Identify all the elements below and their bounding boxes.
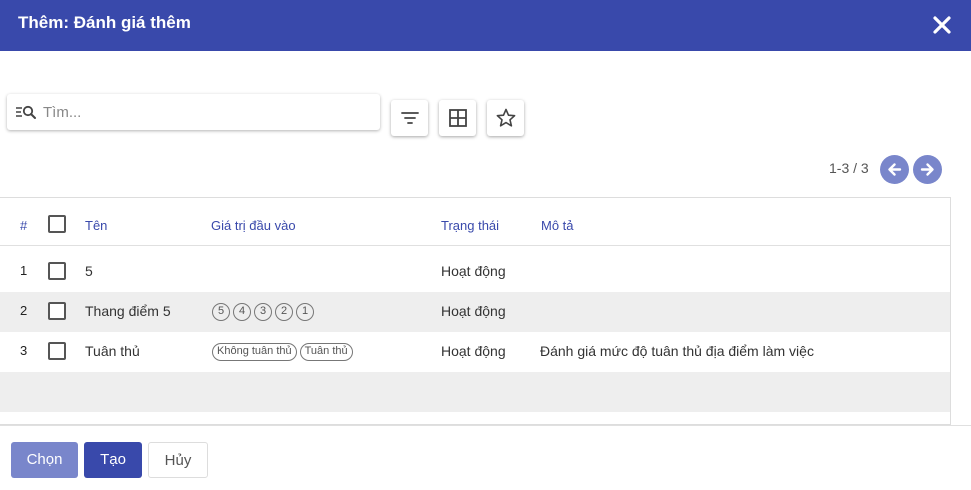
- empty-table-row: [0, 372, 950, 412]
- row-status: Hoạt động: [441, 303, 506, 319]
- header-name[interactable]: Tên: [85, 218, 107, 233]
- row-status: Hoạt động: [441, 343, 506, 359]
- favorites-button[interactable]: [487, 100, 524, 136]
- create-button[interactable]: Tạo: [84, 442, 142, 478]
- column-layout-button[interactable]: [439, 100, 476, 136]
- header-number: #: [20, 218, 28, 233]
- filter-icon: [401, 112, 419, 124]
- header-status[interactable]: Trạng thái: [441, 218, 499, 233]
- value-tag: 1: [296, 303, 314, 321]
- footer-divider: [0, 425, 971, 426]
- value-tag: 4: [233, 303, 251, 321]
- row-number: 3: [20, 343, 28, 358]
- cancel-button[interactable]: Hủy: [148, 442, 208, 478]
- grid-icon: [449, 109, 467, 127]
- row-checkbox[interactable]: [48, 342, 66, 360]
- table-header: # Tên Giá trị đầu vào Trạng thái Mô tả: [0, 198, 950, 246]
- close-icon: [933, 16, 951, 34]
- row-name: Tuân thủ: [85, 343, 140, 359]
- close-button[interactable]: [930, 13, 954, 37]
- arrow-right-icon: [920, 163, 934, 176]
- row-number: 1: [20, 263, 28, 278]
- dialog-title: Thêm: Đánh giá thêm: [18, 13, 191, 32]
- header-input-values[interactable]: Giá trị đầu vào: [211, 218, 296, 233]
- row-name: 5: [85, 263, 93, 279]
- search-bar: [7, 94, 380, 130]
- data-table: # Tên Giá trị đầu vào Trạng thái Mô tả 1…: [0, 197, 951, 425]
- row-name: Thang điểm 5: [85, 303, 171, 319]
- row-number: 2: [20, 303, 28, 318]
- filter-button[interactable]: [391, 100, 428, 136]
- select-button[interactable]: Chọn: [11, 442, 78, 478]
- table-row[interactable]: 1 5 Hoạt động: [0, 252, 950, 292]
- next-page-button[interactable]: [913, 155, 942, 184]
- pager-count: 1-3 / 3: [829, 160, 869, 176]
- table-row[interactable]: 3 Tuân thủ Không tuân thủ Tuân thủ Hoạt …: [0, 332, 950, 372]
- search-input[interactable]: [43, 101, 363, 123]
- value-tag: 5: [212, 303, 230, 321]
- input-values-tags: Không tuân thủ Tuân thủ: [212, 343, 353, 361]
- prev-page-button[interactable]: [880, 155, 909, 184]
- select-all-checkbox[interactable]: [48, 215, 66, 233]
- arrow-left-icon: [888, 163, 902, 176]
- input-values-tags: 5 4 3 2 1: [212, 303, 314, 321]
- star-icon: [496, 108, 516, 127]
- row-status: Hoạt động: [441, 263, 506, 279]
- value-tag: 2: [275, 303, 293, 321]
- row-description: Đánh giá mức độ tuân thủ địa điểm làm vi…: [540, 343, 814, 359]
- value-tag: Không tuân thủ: [212, 343, 297, 361]
- value-tag: 3: [254, 303, 272, 321]
- row-checkbox[interactable]: [48, 302, 66, 320]
- dialog-header: Thêm: Đánh giá thêm: [0, 0, 971, 51]
- header-description[interactable]: Mô tả: [541, 218, 574, 233]
- search-icon: [16, 105, 36, 119]
- value-tag: Tuân thủ: [299, 343, 353, 361]
- table-row[interactable]: 2 Thang điểm 5 5 4 3 2 1 Hoạt động: [0, 292, 950, 332]
- row-checkbox[interactable]: [48, 262, 66, 280]
